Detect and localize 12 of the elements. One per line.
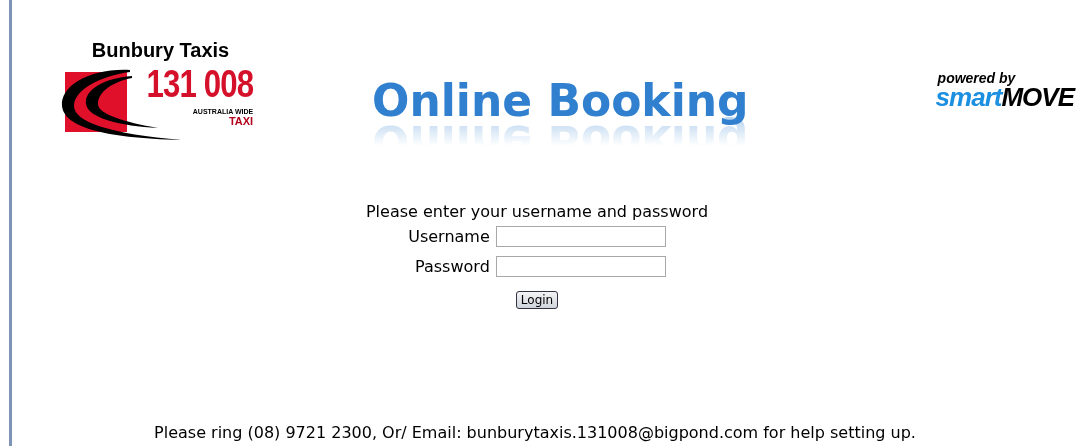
help-text: Please ring (08) 9721 2300, Or/ Email: bunburytaxis.131008@bigpond.com for help setting up. bbox=[154, 423, 916, 442]
logo-phone: 131 008 bbox=[146, 64, 254, 104]
brand-logo: smartMOVE bbox=[935, 85, 1074, 109]
company-name: Bunbury Taxis bbox=[91, 38, 230, 62]
login-prompt: Please enter your username and password bbox=[365, 202, 709, 222]
powered-by-label: powered by bbox=[937, 72, 1016, 85]
logo-taxi: TAXI bbox=[228, 115, 254, 127]
input-field[interactable] bbox=[495, 256, 666, 277]
input-field[interactable] bbox=[495, 226, 666, 247]
login-button[interactable]: Login bbox=[515, 291, 559, 309]
field-label: Password bbox=[414, 257, 490, 276]
field-label: Username bbox=[408, 227, 490, 246]
